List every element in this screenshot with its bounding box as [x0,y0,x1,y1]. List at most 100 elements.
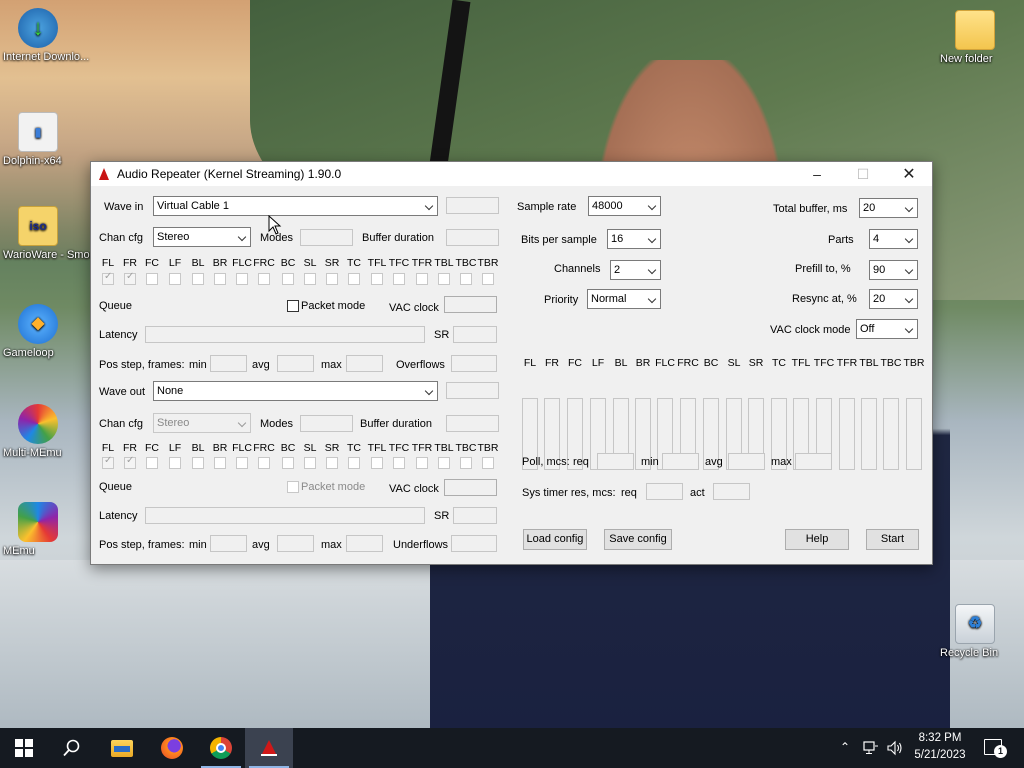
wave-in-device-select[interactable]: Virtual Cable 1 [153,196,438,216]
channel-checkbox[interactable] [258,457,270,469]
channel-checkbox[interactable] [348,457,360,469]
desktop-icon-dolphin[interactable]: ▮ Dolphin-x64 [3,112,73,167]
desktop-icon-gameloop[interactable]: ◆ Gameloop [3,304,73,359]
chevron-down-icon [904,294,914,304]
channel-checkbox[interactable] [371,457,383,469]
channel-checkbox[interactable] [169,457,181,469]
search-icon [63,739,80,757]
channel-checkbox[interactable] [282,457,294,469]
total-buffer-select[interactable]: 20 [859,198,918,218]
wave-out-packet-mode-label: Packet mode [301,481,366,493]
channel-checkbox[interactable] [348,273,360,285]
channel-checkbox[interactable] [102,271,114,285]
poll-label: Poll, mcs: [522,456,570,468]
channel-checkbox[interactable] [304,457,316,469]
sample-rate-select[interactable]: 48000 [588,196,661,216]
channel-checkbox[interactable] [146,457,158,469]
desktop-icon-internet-download-manager[interactable]: ↓ Internet Downlo... [3,8,89,63]
resync-select[interactable]: 20 [869,289,918,309]
title-bar[interactable]: Audio Repeater (Kernel Streaming) 1.90.0… [91,162,932,186]
channel-checkbox[interactable] [282,273,294,285]
channel-checkbox[interactable] [371,273,383,285]
priority-select[interactable]: Normal [587,289,661,309]
show-hidden-icons-chevron-up-icon[interactable]: ⌃ [840,740,850,754]
channel-checkbox[interactable] [326,457,338,469]
network-icon[interactable] [863,741,879,755]
channel-checkbox[interactable] [236,273,248,285]
channel-checkbox[interactable] [393,273,405,285]
channel-checkbox[interactable] [393,457,405,469]
wave-out-label: Wave out [99,386,146,398]
save-config-button[interactable]: Save config [604,529,672,550]
file-icon: ▮ [18,112,58,152]
minimize-button[interactable]: – [794,162,840,186]
channel-checkbox[interactable] [304,273,316,285]
channel-checkbox[interactable] [192,273,204,285]
channel-checkbox[interactable] [482,273,494,285]
prefill-select[interactable]: 90 [869,260,918,280]
level-meter [906,398,922,470]
channel-checkbox[interactable] [438,457,450,469]
channel-checkbox[interactable] [192,457,204,469]
window-client-area: Wave in Virtual Cable 1 Chan cfg Stereo … [91,186,932,564]
taskbar-firefox[interactable] [148,728,196,768]
channel-checkbox[interactable] [326,273,338,285]
wave-out-pos-step-label: Pos step, frames: [99,539,185,551]
channel-checkbox[interactable] [416,273,428,285]
sys-timer-req-label: req [621,487,637,499]
channel-checkbox[interactable] [214,273,226,285]
bits-per-sample-label: Bits per sample [521,234,597,246]
resync-value: 20 [873,293,886,305]
channel-checkbox[interactable] [214,457,226,469]
audio-repeater-window: Audio Repeater (Kernel Streaming) 1.90.0… [90,161,933,565]
clock-time[interactable]: 8:32 PM [913,732,967,744]
channel-checkbox[interactable] [146,273,158,285]
desktop-icon-recycle-bin[interactable]: ♻ Recycle Bin [940,604,1010,659]
channel-header: TBR [477,442,499,454]
desktop-icon-multi-memu[interactable]: Multi-MEmu [3,404,73,459]
desktop-icon-warioware[interactable]: iso WarioWare - Smooth M... [3,206,126,261]
desktop-icon-label: MEmu [3,545,35,557]
channel-checkbox[interactable] [258,273,270,285]
channel-checkbox[interactable] [124,455,136,469]
help-button[interactable]: Help [785,529,849,550]
taskbar-chrome[interactable] [197,728,245,768]
channel-checkbox[interactable] [460,273,472,285]
desktop-icon-memu[interactable]: MEmu [3,502,73,557]
wave-out-packet-mode-checkbox[interactable] [287,481,299,493]
wave-out-chan-cfg-select[interactable]: Stereo [153,413,251,433]
parts-select[interactable]: 4 [869,229,918,249]
action-center-button[interactable]: 1 [984,739,1007,758]
desktop-icon-new-folder[interactable]: New folder [940,10,1010,65]
taskbar-audio-repeater[interactable] [245,728,293,768]
bits-per-sample-select[interactable]: 16 [607,229,661,249]
channel-header: SL [303,442,317,454]
vac-clock-mode-select[interactable]: Off [856,319,918,339]
volume-icon[interactable] [886,740,904,756]
channel-checkbox[interactable] [236,457,248,469]
maximize-button[interactable]: ☐ [840,162,886,186]
channel-header: FC [145,442,159,454]
wave-in-chan-cfg-select[interactable]: Stereo [153,227,251,247]
channel-checkbox[interactable] [482,457,494,469]
search-button[interactable] [48,728,96,768]
start-menu-button[interactable] [0,728,48,768]
start-button[interactable]: Start [866,529,919,550]
taskbar: ⌃ 8:32 PM 5/21/2023 1 [0,728,1024,768]
channels-select[interactable]: 2 [610,260,661,280]
meter-header: BR [635,357,651,369]
clock-date[interactable]: 5/21/2023 [910,749,970,761]
wave-in-packet-mode-checkbox[interactable] [287,300,299,312]
taskbar-file-explorer[interactable] [98,728,146,768]
chevron-down-icon [904,234,914,244]
channel-checkbox[interactable] [460,457,472,469]
parts-label: Parts [828,234,854,246]
channel-checkbox[interactable] [102,455,114,469]
channel-checkbox[interactable] [124,271,136,285]
close-button[interactable]: ✕ [886,162,932,186]
wave-out-device-select[interactable]: None [153,381,438,401]
load-config-button[interactable]: Load config [523,529,587,550]
channel-checkbox[interactable] [169,273,181,285]
channel-checkbox[interactable] [416,457,428,469]
channel-checkbox[interactable] [438,273,450,285]
